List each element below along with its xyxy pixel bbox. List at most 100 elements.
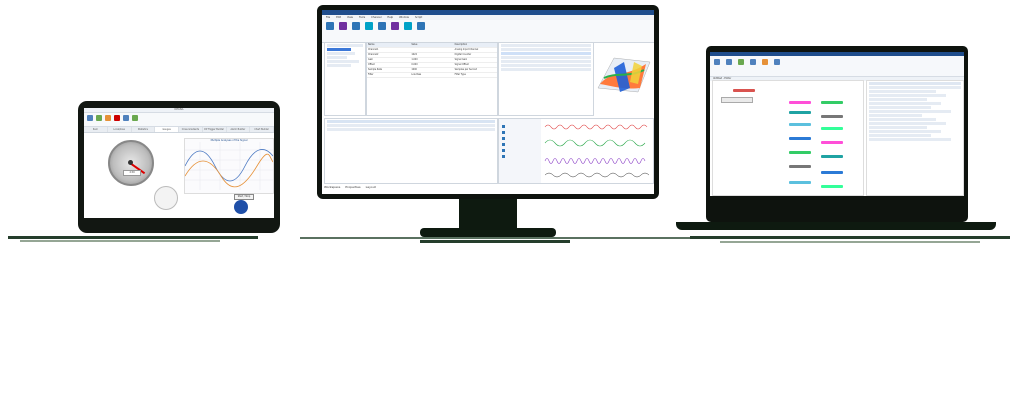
tree-item[interactable] [327, 52, 355, 55]
export-icon[interactable] [132, 115, 138, 121]
export-icon[interactable] [404, 22, 412, 30]
cell [410, 48, 453, 52]
list-row[interactable] [327, 120, 495, 123]
status-tab-strip: Workspace Properties Layout [324, 185, 376, 189]
tree-item[interactable] [327, 44, 363, 47]
stop-icon[interactable] [114, 115, 120, 121]
open-icon[interactable] [726, 59, 732, 65]
list-item[interactable] [869, 106, 932, 109]
status-tab-properties[interactable]: Properties [345, 185, 360, 189]
diagram-block[interactable] [821, 115, 843, 118]
settings-icon[interactable] [105, 115, 111, 121]
diagram-block[interactable] [789, 101, 811, 104]
grid-row[interactable] [501, 60, 591, 63]
list-item[interactable] [869, 86, 961, 89]
diagram-block[interactable] [789, 137, 811, 140]
waveform-pane [498, 118, 654, 184]
save-icon[interactable] [352, 22, 360, 30]
list-item[interactable] [869, 118, 937, 121]
list-item[interactable] [869, 130, 941, 133]
tab-cross-gradients[interactable]: Cross Gradients [179, 127, 203, 132]
monitor-ribbon [322, 20, 654, 43]
tab-chart-builder[interactable]: Chart Builder [250, 127, 274, 132]
menu-channel[interactable]: Channel [371, 15, 381, 20]
tree-item[interactable] [327, 56, 347, 59]
tree-item[interactable] [327, 60, 359, 63]
grid-row[interactable] [501, 44, 591, 47]
diagram-block[interactable] [789, 123, 811, 126]
start-stop-button[interactable]: Start / Stop [234, 194, 254, 200]
diagram-block[interactable] [821, 141, 843, 144]
list-row[interactable] [327, 128, 495, 131]
diagram-block[interactable] [821, 101, 843, 104]
run-icon[interactable] [96, 115, 102, 121]
debug-icon[interactable] [762, 59, 768, 65]
list-item[interactable] [869, 126, 927, 129]
main-gauge: 2.59 [108, 140, 154, 186]
list-item[interactable] [869, 134, 932, 137]
menu-script[interactable]: Script [415, 15, 422, 20]
tab-alarm-builder[interactable]: Alarm Builder [227, 127, 251, 132]
grid-row[interactable] [501, 52, 591, 55]
list-item[interactable] [869, 138, 951, 141]
waveform-plot [499, 119, 650, 183]
menu-edit[interactable]: Edit [336, 15, 341, 20]
grid-row[interactable] [501, 64, 591, 67]
list-item[interactable] [869, 110, 951, 113]
diagram-block[interactable] [733, 89, 755, 92]
diagram-input-block[interactable] [721, 97, 753, 103]
diagram-block[interactable] [821, 127, 843, 130]
report-icon[interactable] [391, 22, 399, 30]
waveform-purple [544, 158, 646, 164]
tree-item-selected[interactable] [327, 48, 351, 51]
list-item[interactable] [869, 114, 922, 117]
list-item[interactable] [869, 102, 941, 105]
new-project-icon[interactable] [326, 22, 334, 30]
channel-list-pane [324, 118, 498, 184]
menu-help[interactable]: Help [387, 15, 393, 20]
diagram-block[interactable] [821, 185, 843, 188]
list-item[interactable] [869, 98, 927, 101]
control-knob[interactable] [234, 200, 248, 214]
status-tab-workspace[interactable]: Workspace [324, 185, 340, 189]
diagram-block[interactable] [789, 151, 811, 154]
diagram-block[interactable] [821, 155, 843, 158]
list-item[interactable] [869, 90, 937, 93]
open-project-icon[interactable] [339, 22, 347, 30]
deploy-icon[interactable] [774, 59, 780, 65]
tab-dp-trigger[interactable]: DP Trigger Builder [203, 127, 227, 132]
tab-statistics[interactable]: Statistics [132, 127, 156, 132]
tree-item[interactable] [327, 64, 351, 67]
diagram-block[interactable] [789, 181, 811, 184]
menu-tools[interactable]: Tools [359, 15, 365, 20]
list-row[interactable] [327, 124, 495, 127]
chart-icon[interactable] [123, 115, 129, 121]
tab-item[interactable]: Item [84, 127, 108, 132]
variable-list-pane [866, 80, 964, 196]
analyze-icon[interactable] [378, 22, 386, 30]
cell: Low Pass [411, 73, 422, 76]
menu-file[interactable]: File [326, 15, 330, 20]
list-item[interactable] [869, 94, 946, 97]
diagram-block[interactable] [789, 111, 811, 114]
new-icon[interactable] [714, 59, 720, 65]
diagram-block[interactable] [821, 171, 843, 174]
menu-window[interactable]: Window [399, 15, 409, 20]
tab-gauges[interactable]: Gauges [155, 127, 179, 132]
cell: Offset [368, 63, 375, 66]
status-tab-layout[interactable]: Layout [366, 185, 376, 189]
menu-view[interactable]: View [347, 15, 353, 20]
grid-row[interactable] [501, 68, 591, 71]
compile-icon[interactable] [750, 59, 756, 65]
diagram-block[interactable] [789, 165, 811, 168]
acquire-icon[interactable] [365, 22, 373, 30]
list-item[interactable] [869, 122, 946, 125]
table-row[interactable]: Filter Low Pass Filter Type [367, 73, 497, 78]
grid-row[interactable] [501, 56, 591, 59]
grid-row[interactable] [501, 48, 591, 51]
check-icon[interactable] [738, 59, 744, 65]
tab-local-area[interactable]: Local/Area [108, 127, 132, 132]
options-icon[interactable] [417, 22, 425, 30]
signal-wave-orange [184, 153, 274, 188]
open-icon[interactable] [87, 115, 93, 121]
